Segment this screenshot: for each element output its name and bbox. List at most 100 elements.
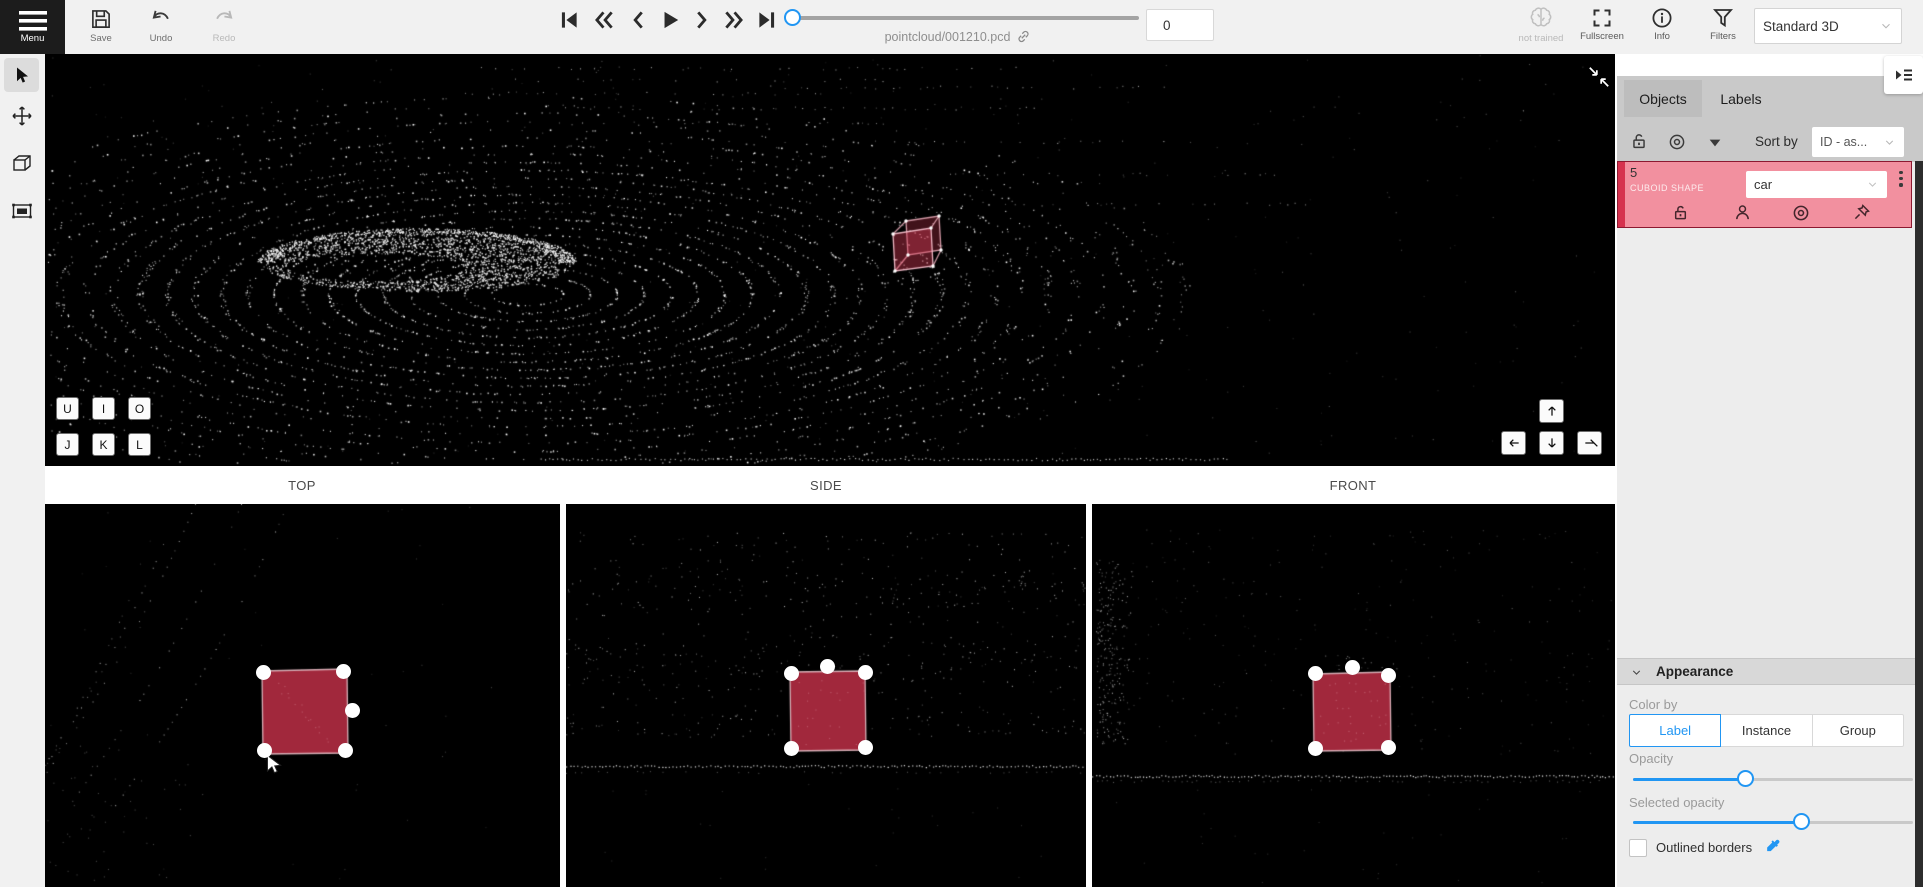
cuboid-annotation-top-view[interactable] [262, 670, 348, 754]
cuboid-resize-handle[interactable] [338, 743, 353, 758]
nav-left-button[interactable] [1501, 431, 1526, 455]
frame-tool-button[interactable] [9, 198, 35, 224]
frame-filename: pointcloud/001210.pcd [828, 29, 1088, 44]
pan-tool-button[interactable] [9, 103, 35, 129]
frame-number-input[interactable] [1146, 9, 1214, 41]
tab-labels-label: Labels [1720, 91, 1761, 107]
opacity-slider[interactable] [1633, 770, 1913, 788]
fast-forward-icon [722, 8, 746, 32]
funnel-icon [1711, 6, 1735, 30]
cuboid-resize-handle[interactable] [256, 665, 271, 680]
person-icon[interactable] [1732, 201, 1753, 224]
mouse-cursor-icon [266, 754, 282, 775]
cuboid-resize-handle[interactable] [257, 743, 272, 758]
visibility-icon[interactable] [1790, 202, 1812, 224]
timeline-slider-track[interactable] [790, 16, 1139, 20]
object-card[interactable]: 5 CUBOID SHAPE car [1617, 161, 1912, 228]
hotkey-k[interactable]: K [92, 433, 115, 456]
cuboid-resize-handle[interactable] [858, 665, 873, 680]
skip-to-last-button[interactable] [755, 7, 779, 33]
lock-icon[interactable] [1628, 129, 1650, 153]
cuboid-resize-handle[interactable] [345, 703, 360, 718]
save-button[interactable]: Save [80, 6, 122, 44]
fullscreen-label: Fullscreen [1580, 31, 1624, 42]
hotkey-l[interactable]: L [128, 433, 151, 456]
play-button[interactable] [658, 7, 682, 33]
cuboid-resize-handle[interactable] [820, 659, 835, 674]
info-button[interactable]: Info [1642, 6, 1682, 42]
object-class-select[interactable]: car [1746, 171, 1887, 198]
cuboid-resize-handle[interactable] [1308, 666, 1323, 681]
view-mode-select[interactable]: Standard 3D [1754, 8, 1902, 44]
tool-sidebar [0, 54, 45, 887]
eyedropper-icon[interactable] [1764, 837, 1783, 856]
cuboid-annotation-3d[interactable] [891, 226, 939, 276]
hotkey-o[interactable]: O [128, 397, 151, 420]
collapse-panel-button[interactable] [1884, 56, 1923, 94]
hotkey-j[interactable]: J [56, 433, 79, 456]
pin-icon[interactable] [1851, 201, 1872, 224]
collapse-arrows-icon[interactable] [1586, 64, 1612, 90]
appearance-header[interactable]: Appearance [1617, 658, 1915, 685]
cuboid-resize-handle[interactable] [1381, 668, 1396, 683]
redo-button[interactable]: Redo [203, 6, 245, 44]
cuboid-tool-icon [10, 151, 34, 175]
link-icon[interactable] [1016, 29, 1031, 44]
cuboid-tool-button[interactable] [9, 150, 35, 176]
selected-opacity-slider[interactable] [1633, 813, 1913, 831]
fast-forward-button[interactable] [722, 7, 746, 33]
nav-up-button[interactable] [1539, 399, 1564, 423]
color-by-segmented-control: Label Instance Group [1629, 714, 1904, 745]
skip-to-last-icon [755, 8, 779, 32]
opacity-slider-handle[interactable] [1737, 770, 1754, 787]
color-by-option-label[interactable]: Label [1629, 714, 1721, 747]
fast-rewind-button[interactable] [592, 7, 616, 33]
nav-down-button[interactable] [1539, 431, 1564, 455]
cuboid-resize-handle[interactable] [1381, 740, 1396, 755]
triangle-down-icon[interactable] [1706, 135, 1724, 151]
pointer-tool-button[interactable] [4, 58, 39, 92]
fullscreen-button[interactable]: Fullscreen [1578, 6, 1626, 42]
save-label: Save [90, 33, 112, 44]
selected-opacity-label: Selected opacity [1629, 795, 1724, 810]
hotkey-i[interactable]: I [92, 397, 115, 420]
sort-select[interactable]: ID - as... [1812, 127, 1904, 157]
cuboid-resize-handle[interactable] [1308, 741, 1323, 756]
hotkey-u[interactable]: U [56, 397, 79, 420]
prev-frame-button[interactable] [627, 7, 651, 33]
cuboid-resize-handle[interactable] [336, 664, 351, 679]
timeline-slider-handle[interactable] [784, 9, 801, 26]
visibility-icon[interactable] [1666, 131, 1688, 153]
cuboid-annotation-side-view[interactable] [790, 671, 866, 751]
tab-labels[interactable]: Labels [1710, 80, 1772, 117]
outlined-borders-checkbox[interactable] [1629, 839, 1647, 857]
play-icon [658, 8, 682, 32]
cuboid-resize-handle[interactable] [784, 666, 799, 681]
selected-opacity-slider-handle[interactable] [1793, 813, 1810, 830]
pan-tool-icon [10, 104, 34, 128]
info-label: Info [1654, 31, 1670, 42]
menu-button[interactable]: Menu [0, 0, 65, 54]
skip-to-first-button[interactable] [557, 7, 581, 33]
color-by-option-instance[interactable]: Instance [1720, 714, 1812, 747]
cuboid-annotation-front-view[interactable] [1313, 672, 1391, 751]
side-view-label: SIDE [766, 478, 886, 493]
panel-scrollbar[interactable] [1915, 161, 1923, 887]
redo-arrow-icon [211, 6, 237, 32]
next-frame-button[interactable] [689, 7, 713, 33]
nav-right-button[interactable] [1577, 431, 1602, 455]
color-by-option-group[interactable]: Group [1812, 714, 1904, 747]
undo-button[interactable]: Undo [140, 6, 182, 44]
lock-icon[interactable] [1670, 201, 1691, 224]
filters-button[interactable]: Filters [1702, 6, 1744, 42]
object-color-strip [1618, 162, 1625, 227]
filename-text: pointcloud/001210.pcd [885, 30, 1011, 44]
cuboid-resize-handle[interactable] [1345, 660, 1360, 675]
cuboid-resize-handle[interactable] [858, 740, 873, 755]
tab-objects[interactable]: Objects [1624, 80, 1702, 117]
floppy-icon [88, 6, 114, 32]
kebab-menu-icon[interactable] [1896, 171, 1906, 187]
not-trained-button[interactable]: not trained [1512, 4, 1570, 44]
main-3d-viewport[interactable] [45, 54, 1615, 466]
cuboid-resize-handle[interactable] [784, 741, 799, 756]
